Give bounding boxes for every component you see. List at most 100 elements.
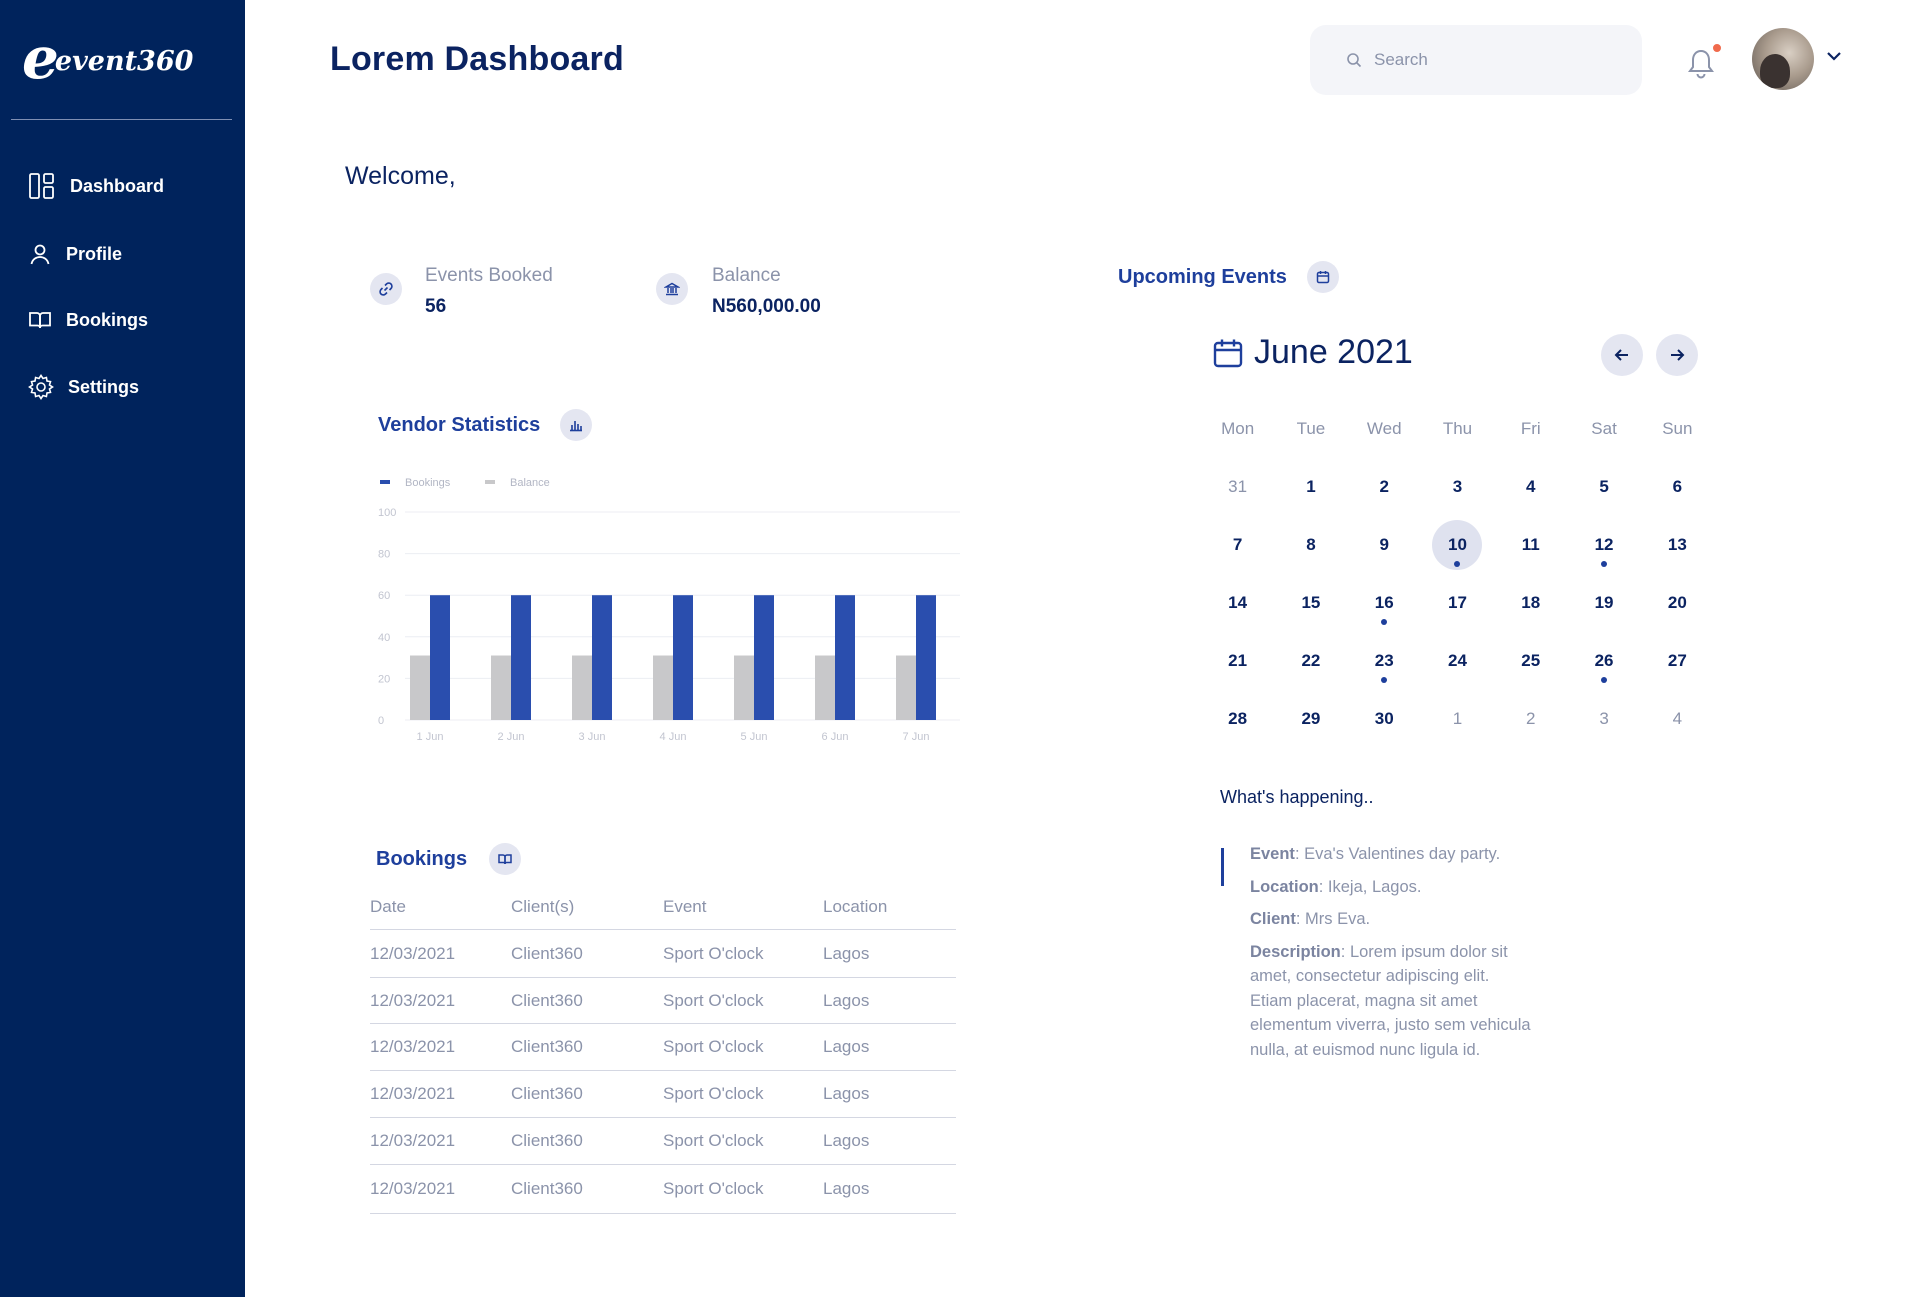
calendar-day[interactable]: 19 (1567, 574, 1640, 632)
calendar-day[interactable]: 4 (1494, 458, 1567, 516)
events-booked-value: 56 (425, 296, 447, 317)
calendar-day[interactable]: 8 (1274, 516, 1347, 574)
calendar-day[interactable]: 29 (1274, 690, 1347, 748)
calendar-day-number: 23 (1374, 651, 1394, 670)
calendar-day-number: 5 (1599, 477, 1609, 496)
calendar-icon[interactable] (1306, 261, 1339, 293)
calendar-day[interactable]: 17 (1421, 574, 1494, 632)
calendar-day[interactable]: 11 (1494, 516, 1567, 574)
search-bar[interactable] (1310, 25, 1642, 95)
column-header-location[interactable]: Location (823, 897, 956, 917)
calendar-day[interactable]: 1 (1274, 458, 1347, 516)
avatar[interactable] (1752, 28, 1814, 90)
calendar-day[interactable]: 7 (1201, 516, 1274, 574)
cell-date: 12/03/2021 (370, 1084, 456, 1103)
sidebar-item-profile[interactable]: Profile (28, 242, 122, 266)
column-header-event[interactable]: Event (663, 897, 823, 917)
calendar-prev-button[interactable] (1601, 334, 1643, 376)
cell-client: Client360 (511, 990, 583, 1010)
calendar-day[interactable]: 24 (1421, 632, 1494, 690)
table-row[interactable]: 12/03/2021 Client360 Sport O'clock Lagos (370, 978, 956, 1024)
calendar-day[interactable]: 6 (1641, 458, 1714, 516)
calendar-day-number: 3 (1599, 709, 1609, 728)
brand-logo[interactable]: e event360 (22, 29, 193, 87)
weekday-label: Thu (1442, 419, 1473, 438)
calendar-day[interactable]: 21 (1201, 632, 1274, 690)
calendar-day[interactable]: 5 (1567, 458, 1640, 516)
cell-date: 12/03/2021 (370, 990, 456, 1010)
bar-balance (896, 655, 916, 720)
calendar-day-number: 30 (1374, 709, 1394, 728)
cell-date: 12/03/2021 (370, 1179, 456, 1198)
vendor-statistics-heading: Vendor Statistics (378, 409, 593, 441)
calendar-day[interactable]: 1 (1421, 690, 1494, 748)
calendar-day[interactable]: 14 (1201, 574, 1274, 632)
sidebar: e event360 Dashboard Profile Bookings Se… (0, 0, 245, 1297)
calendar-day[interactable]: 30 (1348, 690, 1421, 748)
calendar-day[interactable]: 16 (1348, 574, 1421, 632)
calendar-week: 21 22 23 24 25 26 27 (1201, 632, 1714, 690)
calendar-day[interactable]: 27 (1641, 632, 1714, 690)
calendar-day[interactable]: 18 (1494, 574, 1567, 632)
calendar-day[interactable]: 26 (1567, 632, 1640, 690)
table-row[interactable]: 12/03/2021 Client360 Sport O'clock Lagos (370, 1165, 956, 1214)
x-tick-label: 6 Jun (822, 731, 849, 743)
calendar-day[interactable]: 31 (1201, 458, 1274, 516)
x-tick-label: 4 Jun (660, 731, 687, 743)
sidebar-divider (11, 119, 232, 120)
calendar-day-number: 24 (1448, 651, 1467, 670)
y-tick-label: 0 (378, 715, 384, 727)
calendar-day[interactable]: 3 (1567, 690, 1640, 748)
x-tick-label: 2 Jun (498, 731, 525, 743)
calendar-day-number: 11 (1521, 535, 1540, 554)
table-row[interactable]: 12/03/2021 Client360 Sport O'clock Lagos (370, 930, 956, 978)
calendar-day-number: 25 (1521, 651, 1541, 670)
bar-chart-icon[interactable] (560, 409, 593, 441)
chevron-down-icon[interactable] (1826, 50, 1842, 62)
x-tick-label: 7 Jun (903, 731, 930, 743)
table-row[interactable]: 12/03/2021 Client360 Sport O'clock Lagos (370, 1024, 956, 1071)
bar-balance (815, 655, 835, 720)
weekday-label: Mon (1221, 419, 1255, 438)
sidebar-item-bookings[interactable]: Bookings (28, 308, 148, 332)
calendar-day[interactable]: 22 (1274, 632, 1347, 690)
cell-location: Lagos (823, 943, 870, 963)
calendar-day[interactable]: 3 (1421, 458, 1494, 516)
cell-client: Client360 (511, 1037, 583, 1056)
sidebar-item-settings[interactable]: Settings (28, 374, 139, 400)
calendar-day[interactable]: 23 (1348, 632, 1421, 690)
calendar-day[interactable]: 20 (1641, 574, 1714, 632)
search-input[interactable] (1374, 50, 1614, 70)
happening-accent-bar (1221, 848, 1224, 886)
balance-label: Balance (712, 265, 781, 286)
calendar-day[interactable]: 9 (1348, 516, 1421, 574)
column-header-clients[interactable]: Client(s) (511, 897, 663, 917)
table-row[interactable]: 12/03/2021 Client360 Sport O'clock Lagos (370, 1071, 956, 1118)
bar-bookings (592, 595, 612, 720)
calendar-day[interactable]: 4 (1641, 690, 1714, 748)
bar-balance (491, 655, 511, 720)
calendar-day[interactable]: 12 (1567, 516, 1640, 574)
happening-location: Location: Ikeja, Lagos. (1250, 877, 1422, 896)
bookings-table: Date Client(s) Event Location 12/03/2021… (370, 885, 956, 1214)
calendar-day[interactable]: 2 (1348, 458, 1421, 516)
calendar-day[interactable]: 10 (1421, 516, 1494, 574)
sidebar-item-dashboard[interactable]: Dashboard (28, 172, 164, 200)
column-header-date[interactable]: Date (370, 897, 511, 917)
calendar-day[interactable]: 2 (1494, 690, 1567, 748)
table-row[interactable]: 12/03/2021 Client360 Sport O'clock Lagos (370, 1118, 956, 1165)
calendar-day[interactable]: 25 (1494, 632, 1567, 690)
event-dot (1381, 619, 1388, 625)
cell-client: Client360 (511, 943, 583, 963)
bar-bookings (430, 595, 450, 720)
calendar-day[interactable]: 15 (1274, 574, 1347, 632)
cell-client: Client360 (511, 1084, 583, 1103)
calendar-day[interactable]: 28 (1201, 690, 1274, 748)
legend-swatch (485, 480, 495, 484)
book-open-icon[interactable] (489, 843, 522, 875)
calendar-day[interactable]: 13 (1641, 516, 1714, 574)
weekday-label: Sat (1591, 419, 1617, 438)
calendar-next-button[interactable] (1656, 334, 1698, 376)
y-tick-label: 20 (378, 673, 390, 685)
calendar-day-number: 26 (1594, 651, 1614, 670)
